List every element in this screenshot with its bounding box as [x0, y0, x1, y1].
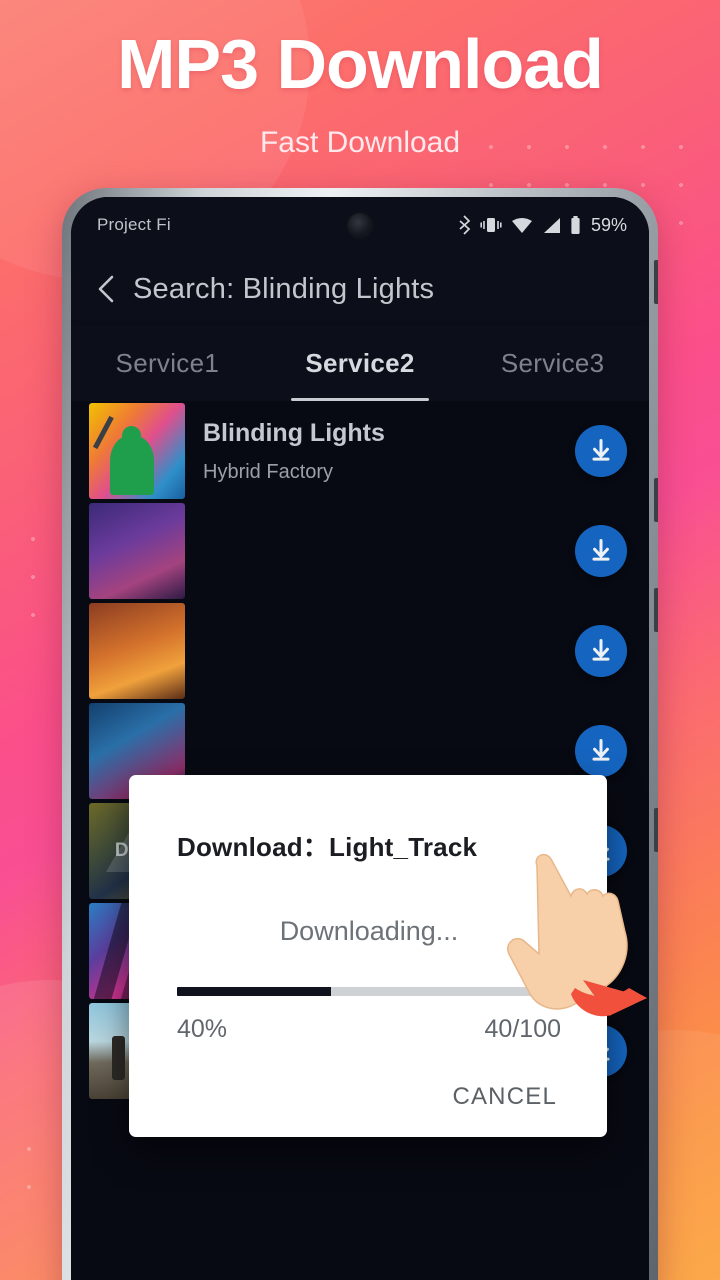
progress-bar-fill: [177, 987, 331, 996]
phone-side-button-1: [654, 260, 658, 304]
phone-side-button-3: [654, 588, 658, 632]
page-title: Search: Blinding Lights: [133, 272, 435, 305]
hand-pointer-cursor: [507, 853, 647, 1017]
battery-percent-label: 59%: [590, 214, 627, 235]
battery-icon: [571, 215, 580, 234]
phone-screen: Project Fi 59% Search: Blinding Lights S…: [71, 197, 649, 1280]
phone-side-button-4: [654, 808, 658, 852]
camera-punch-hole-icon: [347, 213, 373, 238]
promo-title: MP3 Download: [117, 25, 604, 103]
status-bar: Project Fi 59%: [71, 197, 649, 253]
tab-service2[interactable]: Service2: [264, 325, 457, 401]
vibrate-icon: [480, 218, 502, 232]
cellular-signal-icon: [543, 217, 560, 233]
phone-mockup: Project Fi 59% Search: Blinding Lights S…: [62, 188, 658, 1280]
progress-percent-label: 40%: [177, 1015, 228, 1043]
tab-service1[interactable]: Service1: [71, 325, 264, 401]
bluetooth-icon: [459, 215, 471, 235]
progress-count-label: 40/100: [484, 1015, 561, 1043]
wifi-icon: [511, 217, 532, 233]
dialog-file-name: Light_Track: [329, 832, 478, 862]
back-arrow-icon[interactable]: [95, 274, 117, 304]
tab-service3[interactable]: Service3: [456, 325, 649, 401]
phone-side-button-2: [654, 478, 658, 522]
promo-subtitle: Fast Download: [259, 126, 461, 159]
dialog-title-prefix: Download：: [177, 832, 330, 862]
song-list[interactable]: Blinding Lights Hybrid Factory Download：…: [71, 401, 649, 1280]
progress-labels: 40% 40/100: [177, 1015, 561, 1044]
app-bar: Search: Blinding Lights: [71, 253, 649, 325]
carrier-label: Project Fi: [97, 215, 171, 234]
service-tab-bar: Service1 Service2 Service3: [71, 325, 649, 401]
status-icons-group: 59%: [458, 215, 627, 236]
cancel-button[interactable]: CANCEL: [452, 1083, 557, 1111]
